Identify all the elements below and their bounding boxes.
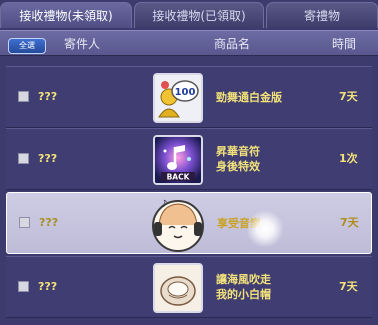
- svg-text:♪: ♪: [161, 199, 167, 210]
- white-hat-icon: [153, 263, 203, 313]
- gift-row[interactable]: ??? 讓海風吹走 我的小白帽 7天: [6, 256, 372, 318]
- gift-list: ??? 100 勁舞通白金版 7天 ??? BACK 昇華音符 身後特效 1次 …: [0, 56, 378, 325]
- item-duration: 1次: [339, 152, 358, 165]
- select-all-button[interactable]: 全選: [8, 38, 46, 54]
- platinum-100-badge-icon: 100: [153, 73, 203, 123]
- headphones-girl-emote-icon: ♪: [149, 195, 207, 253]
- gift-row[interactable]: ??? 100 勁舞通白金版 7天: [6, 66, 372, 128]
- sender-name: ???: [39, 216, 59, 229]
- row-checkbox[interactable]: [18, 153, 29, 164]
- row-checkbox[interactable]: [18, 91, 29, 102]
- gift-row[interactable]: ??? ♪ 享受音樂 7天: [6, 192, 372, 254]
- row-checkbox[interactable]: [19, 217, 30, 228]
- item-name: 昇華音符 身後特效: [216, 145, 260, 173]
- sender-name: ???: [38, 152, 58, 165]
- svg-text:BACK: BACK: [167, 173, 191, 182]
- music-note-back-effect-icon: BACK: [153, 135, 203, 185]
- sender-name: ???: [38, 280, 58, 293]
- item-name: 讓海風吹走 我的小白帽: [216, 273, 271, 301]
- time-column-header: 時間: [332, 37, 357, 51]
- row-checkbox[interactable]: [18, 281, 29, 292]
- item-duration: 7天: [339, 280, 358, 293]
- item-duration: 7天: [339, 90, 358, 103]
- sender-column-header: 寄件人: [64, 37, 101, 51]
- item-duration: 7天: [340, 216, 359, 229]
- svg-text:100: 100: [175, 87, 196, 98]
- sender-name: ???: [38, 90, 58, 103]
- item-name: 享受音樂: [217, 216, 261, 230]
- tab-send-gift[interactable]: 寄禮物: [266, 2, 378, 28]
- tab-bar: 接收禮物(未領取) 接收禮物(已領取) 寄禮物: [0, 0, 378, 30]
- item-column-header: 商品名: [214, 37, 251, 51]
- gift-row[interactable]: ??? BACK 昇華音符 身後特效 1次: [6, 128, 372, 190]
- item-name: 勁舞通白金版: [216, 90, 282, 104]
- tab-received-unclaimed[interactable]: 接收禮物(未領取): [0, 2, 132, 28]
- list-header: 全選 寄件人 商品名 時間: [0, 30, 378, 56]
- tab-received-claimed[interactable]: 接收禮物(已領取): [134, 2, 264, 28]
